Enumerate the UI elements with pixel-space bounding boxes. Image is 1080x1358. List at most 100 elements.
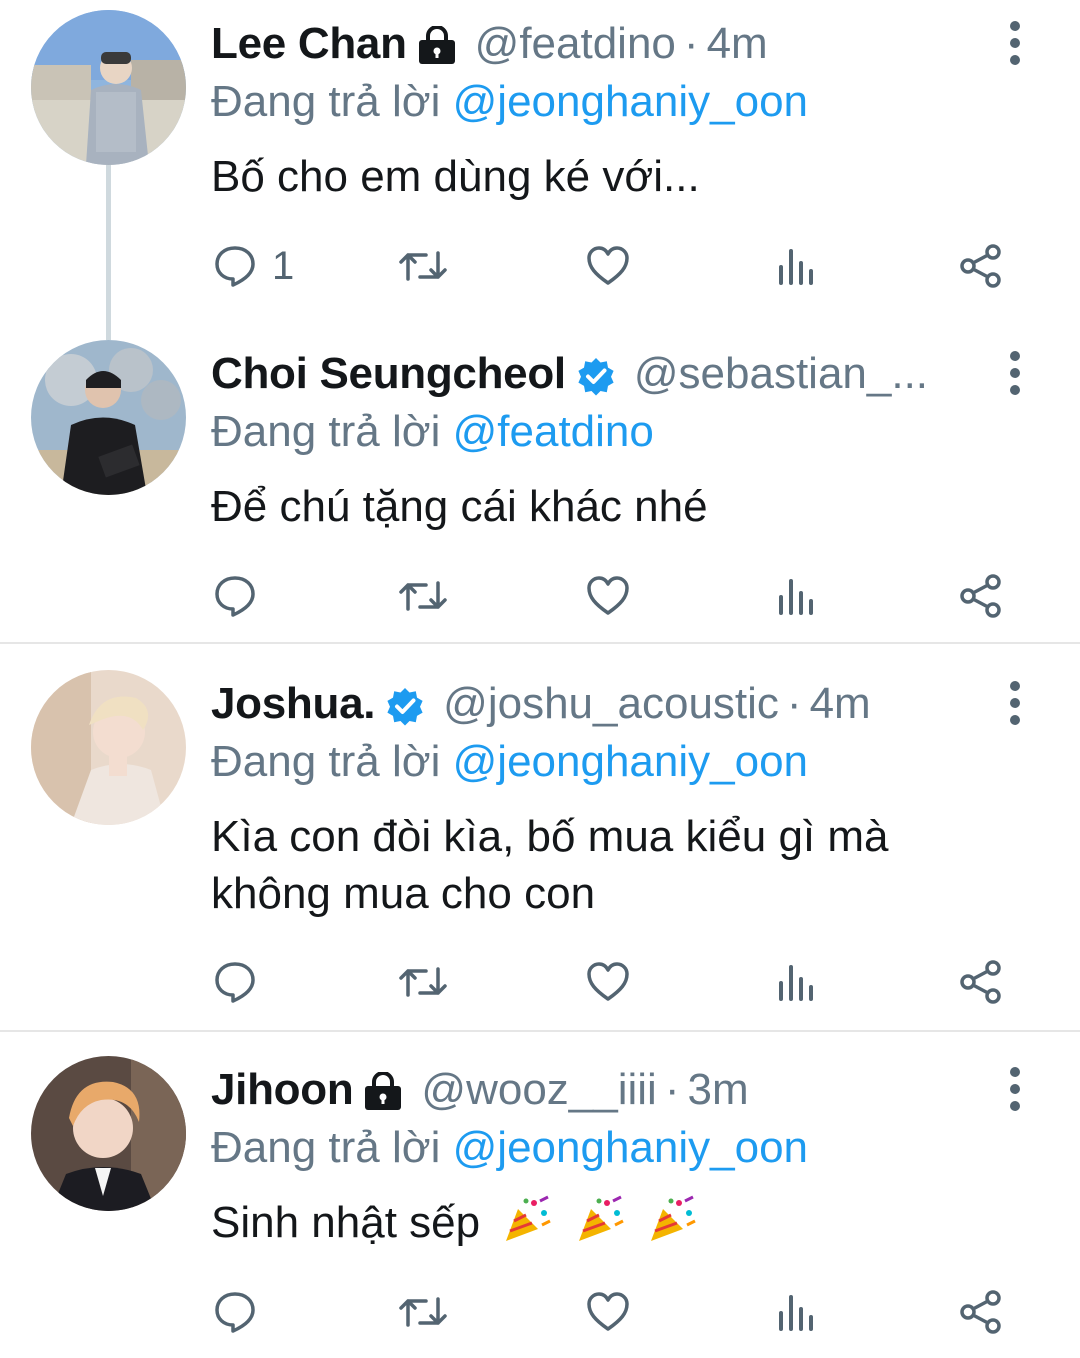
retweet-icon (399, 251, 447, 281)
tweet-header: Choi Seungcheol @sebastian_... (211, 346, 960, 402)
reply-button[interactable] (212, 566, 258, 626)
party-popper-icon (502, 1195, 552, 1245)
like-button[interactable] (585, 952, 631, 1012)
timestamp[interactable]: 4m (810, 676, 871, 732)
avatar[interactable] (31, 1056, 186, 1211)
retweet-icon (399, 1297, 447, 1327)
user-handle[interactable]: @sebastian_... (634, 346, 928, 402)
retweet-button[interactable] (398, 236, 448, 296)
reply-icon (215, 962, 255, 1003)
retweet-icon (399, 967, 447, 997)
verified-badge-icon (385, 684, 425, 726)
display-name[interactable]: Jihoon (211, 1062, 354, 1118)
reply-icon (215, 576, 255, 617)
analytics-button[interactable] (773, 1282, 819, 1342)
action-bar (0, 952, 1080, 1012)
action-bar (0, 1282, 1080, 1342)
more-options-icon[interactable] (998, 344, 1032, 404)
retweet-button[interactable] (398, 952, 448, 1012)
avatar[interactable] (31, 10, 186, 165)
replying-to-label: Đang trả lời (211, 1123, 441, 1172)
tweet-text: Kìa con đòi kìa, bố mua kiểu gì mà không… (211, 808, 1000, 922)
reply-count: 1 (272, 243, 295, 288)
share-icon (960, 244, 1001, 288)
analytics-icon (779, 965, 813, 1001)
share-button[interactable] (958, 952, 1004, 1012)
avatar[interactable] (31, 670, 186, 825)
share-icon (960, 574, 1001, 618)
reply-button[interactable] (212, 1282, 258, 1342)
tweet-divider (0, 642, 1080, 644)
replying-to: Đang trả lời @jeonghaniy_oon (211, 734, 808, 790)
like-button[interactable] (585, 566, 631, 626)
replying-to-label: Đang trả lời (211, 77, 441, 126)
reply-icon (215, 246, 255, 287)
share-icon (960, 960, 1001, 1004)
analytics-icon (779, 249, 813, 285)
like-icon (587, 962, 629, 1001)
tweet-jihoon[interactable]: Jihoon @wooz__iiii · 3m Đang trả lời @je… (0, 1046, 1080, 1358)
user-handle[interactable]: @wooz__iiii (421, 1062, 656, 1118)
tweet-text: Để chú tặng cái khác nhé (211, 482, 708, 531)
analytics-button[interactable] (773, 566, 819, 626)
like-icon (587, 246, 629, 285)
action-bar (0, 566, 1080, 626)
tweet-text-content: Sinh nhật sếp (211, 1198, 481, 1247)
replying-to-label: Đang trả lời (211, 737, 441, 786)
more-options-icon[interactable] (998, 14, 1032, 74)
reply-icon (215, 1292, 255, 1333)
tweet-text-line: không mua cho con (211, 869, 596, 918)
separator-dot: · (683, 19, 699, 68)
user-handle[interactable]: @joshu_acoustic (443, 676, 779, 732)
separator-dot: · (664, 1065, 680, 1114)
tweet-header: Joshua. @joshu_acoustic · 4m (211, 676, 970, 732)
share-button[interactable] (958, 236, 1004, 296)
like-button[interactable] (585, 1282, 631, 1342)
share-button[interactable] (958, 566, 1004, 626)
avatar[interactable] (31, 340, 186, 495)
retweet-icon (399, 581, 447, 611)
lock-icon (363, 1070, 403, 1110)
tweet-text-line: Kìa con đòi kìa, bố mua kiểu gì mà (211, 812, 889, 861)
reply-mention-link[interactable]: @jeonghaniy_oon (453, 77, 808, 126)
like-icon (587, 576, 629, 615)
reply-button[interactable]: 1 (212, 236, 294, 296)
timestamp[interactable]: 4m (707, 16, 768, 72)
display-name[interactable]: Lee Chan (211, 16, 407, 72)
reply-button[interactable] (212, 952, 258, 1012)
analytics-button[interactable] (773, 236, 819, 296)
like-icon (587, 1292, 629, 1331)
tweet-text: Sinh nhật sếp (211, 1194, 1000, 1251)
more-options-icon[interactable] (998, 1060, 1032, 1120)
share-button[interactable] (958, 1282, 1004, 1342)
analytics-icon (779, 1295, 813, 1331)
retweet-button[interactable] (398, 1282, 448, 1342)
tweet-lee-chan[interactable]: Lee Chan @featdino · 4m Đang trả lời @je… (0, 0, 1080, 340)
tweet-header: Jihoon @wooz__iiii · 3m (211, 1062, 970, 1118)
retweet-button[interactable] (398, 566, 448, 626)
tweet-header: Lee Chan @featdino · 4m (211, 16, 970, 72)
replying-to-label: Đang trả lời (211, 407, 441, 456)
replying-to: Đang trả lời @jeonghaniy_oon (211, 74, 808, 130)
party-popper-icon (647, 1195, 697, 1245)
verified-badge-icon (576, 354, 616, 396)
display-name[interactable]: Choi Seungcheol (211, 346, 566, 402)
tweet-choi-seungcheol[interactable]: Choi Seungcheol @sebastian_... Đang trả … (0, 330, 1080, 642)
like-button[interactable] (585, 236, 631, 296)
user-handle[interactable]: @featdino (475, 16, 676, 72)
display-name[interactable]: Joshua. (211, 676, 375, 732)
share-icon (960, 1290, 1001, 1334)
replying-to: Đang trả lời @jeonghaniy_oon (211, 1120, 808, 1176)
reply-mention-link[interactable]: @jeonghaniy_oon (453, 1123, 808, 1172)
timestamp[interactable]: 3m (688, 1062, 749, 1118)
analytics-button[interactable] (773, 952, 819, 1012)
tweet-joshua[interactable]: Joshua. @joshu_acoustic · 4m Đang trả lờ… (0, 660, 1080, 1030)
analytics-icon (779, 579, 813, 615)
lock-icon (417, 24, 457, 64)
reply-mention-link[interactable]: @featdino (453, 407, 654, 456)
reply-mention-link[interactable]: @jeonghaniy_oon (453, 737, 808, 786)
separator-dot: · (786, 679, 802, 728)
action-bar: 1 (0, 236, 1080, 296)
more-options-icon[interactable] (998, 674, 1032, 734)
tweet-divider (0, 1030, 1080, 1032)
